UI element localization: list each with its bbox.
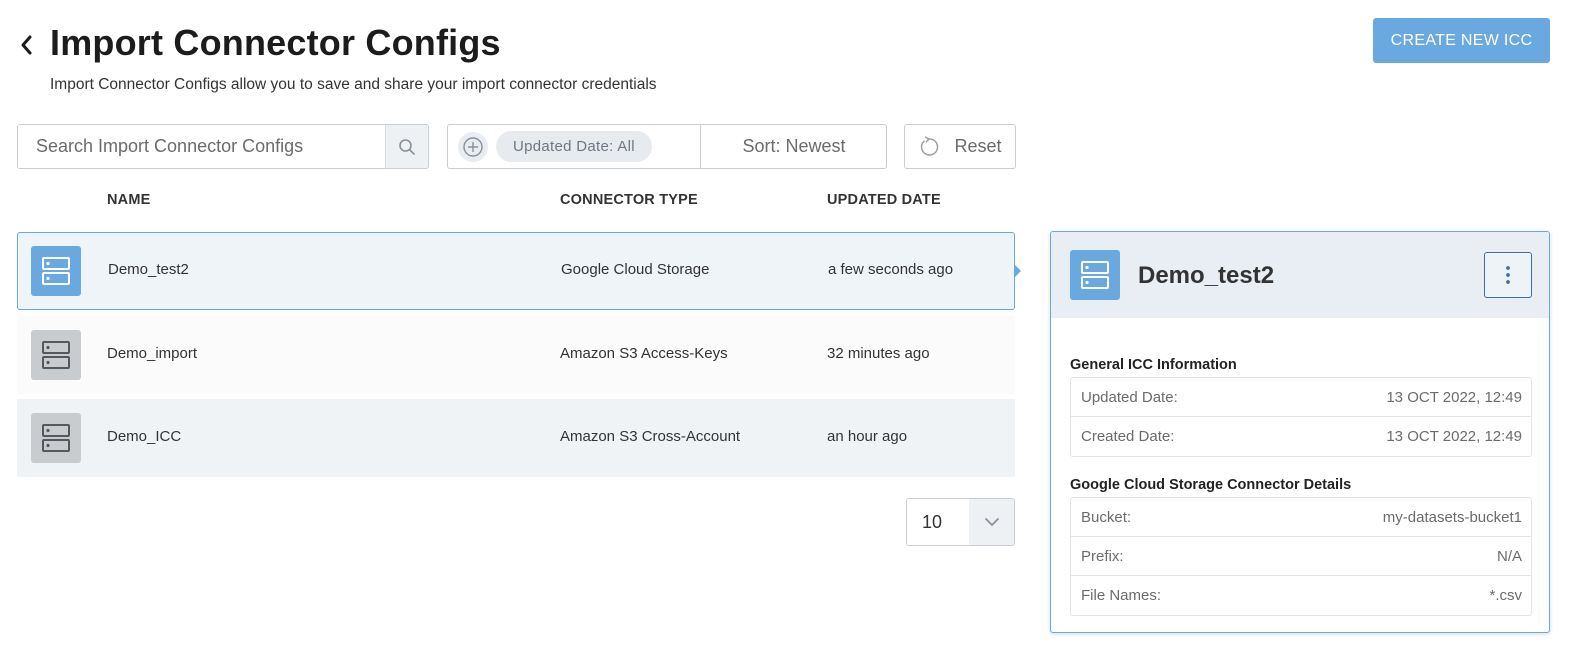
- info-label: File Names:: [1081, 587, 1162, 604]
- detail-panel: Demo_test2 General ICC Information Updat…: [1050, 231, 1550, 633]
- reset-button[interactable]: Reset: [904, 124, 1016, 169]
- server-icon: [31, 330, 81, 380]
- row-connector-type: Google Cloud Storage: [561, 261, 710, 278]
- detail-title: Demo_test2: [1138, 262, 1275, 289]
- search-button[interactable]: [385, 125, 428, 168]
- row-updated-date: 32 minutes ago: [827, 345, 930, 362]
- info-row-updated-date: Updated Date: 13 OCT 2022, 12:49: [1071, 378, 1531, 417]
- server-icon: [1070, 250, 1120, 300]
- column-header-connector-type[interactable]: CONNECTOR TYPE: [560, 192, 698, 208]
- info-value: 13 OCT 2022, 12:49: [1386, 388, 1522, 406]
- reset-label: Reset: [954, 136, 1002, 156]
- info-value: my-datasets-bucket1: [1382, 508, 1522, 526]
- info-row-created-date: Created Date: 13 OCT 2022, 12:49: [1071, 417, 1531, 456]
- row-name: Demo_test2: [108, 261, 189, 278]
- info-value: *.csv: [1489, 587, 1522, 604]
- table-row[interactable]: Demo_ICC Amazon S3 Cross-Account an hour…: [17, 399, 1015, 477]
- page-size-select[interactable]: 10: [906, 498, 1015, 546]
- connector-details-table: Bucket: my-datasets-bucket1 Prefix: N/A …: [1070, 497, 1532, 616]
- info-row-bucket: Bucket: my-datasets-bucket1: [1071, 498, 1531, 537]
- general-info-title: General ICC Information: [1070, 357, 1237, 373]
- updated-date-filter-chip[interactable]: Updated Date: All: [496, 131, 652, 162]
- info-row-file-names: File Names: *.csv: [1071, 576, 1531, 615]
- more-options-button[interactable]: [1484, 252, 1532, 298]
- filter-sort-bar: Updated Date: All Sort: Newest: [447, 124, 887, 169]
- server-icon: [31, 413, 81, 463]
- row-name: Demo_import: [107, 345, 198, 362]
- info-label: Updated Date:: [1081, 388, 1178, 406]
- info-label: Created Date:: [1081, 428, 1175, 445]
- create-new-icc-button[interactable]: CREATE NEW ICC: [1373, 18, 1550, 63]
- row-name: Demo_ICC: [107, 428, 182, 445]
- add-filter-icon: [463, 136, 483, 157]
- reset-icon: [921, 135, 939, 156]
- row-updated-date: a few seconds ago: [828, 261, 954, 278]
- selection-indicator: [1014, 264, 1021, 278]
- page-subtitle: Import Connector Configs allow you to sa…: [50, 76, 657, 93]
- search-input[interactable]: [18, 125, 385, 168]
- more-vertical-icon: [1506, 266, 1510, 284]
- search-icon: [399, 138, 415, 155]
- search-bar: [17, 124, 429, 169]
- chevron-down-icon: [969, 499, 1014, 545]
- general-info-table: Updated Date: 13 OCT 2022, 12:49 Created…: [1070, 377, 1532, 457]
- row-updated-date: an hour ago: [827, 428, 908, 445]
- column-header-updated-date[interactable]: UPDATED DATE: [827, 192, 941, 208]
- info-label: Prefix:: [1081, 547, 1124, 565]
- table-row[interactable]: Demo_test2 Google Cloud Storage a few se…: [17, 232, 1021, 310]
- detail-header: Demo_test2: [1051, 232, 1549, 318]
- info-value: 13 OCT 2022, 12:49: [1386, 428, 1522, 445]
- info-label: Bucket:: [1081, 508, 1132, 526]
- server-icon: [31, 246, 81, 296]
- add-filter-button[interactable]: [458, 131, 488, 162]
- info-row-prefix: Prefix: N/A: [1071, 537, 1531, 576]
- back-icon[interactable]: [16, 30, 36, 60]
- connector-details-title: Google Cloud Storage Connector Details: [1070, 477, 1352, 493]
- row-connector-type: Amazon S3 Access-Keys: [560, 345, 728, 362]
- column-header-name[interactable]: NAME: [107, 192, 151, 208]
- table-row[interactable]: Demo_import Amazon S3 Access-Keys 32 min…: [17, 316, 1015, 394]
- page-title: Import Connector Configs: [50, 22, 501, 63]
- sort-dropdown[interactable]: Sort: Newest: [701, 125, 887, 168]
- row-connector-type: Amazon S3 Cross-Account: [560, 428, 741, 445]
- page-size-value: 10: [907, 499, 969, 545]
- info-value: N/A: [1496, 547, 1522, 565]
